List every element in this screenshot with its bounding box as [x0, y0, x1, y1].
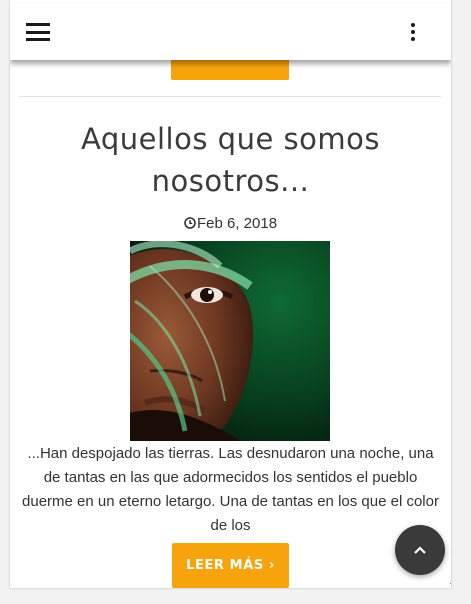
post-title[interactable]: Aquellos que somos nosotros... — [10, 118, 451, 202]
resize-grip-icon[interactable] — [447, 573, 451, 585]
post-date-text: Feb 6, 2018 — [196, 215, 278, 232]
post-excerpt: ...Han despojado las tierras. Las desnud… — [22, 445, 439, 534]
post-image-artwork — [130, 241, 330, 441]
page-frame: Aquellos que somos nosotros... Feb 6, 20… — [10, 0, 451, 588]
post-image[interactable] — [130, 241, 330, 441]
top-app-bar — [10, 4, 451, 60]
hamburger-menu-icon[interactable] — [26, 22, 50, 42]
clock-icon — [184, 217, 196, 229]
vertical-dots-icon[interactable] — [408, 23, 418, 43]
chevron-up-icon — [414, 546, 426, 554]
read-more-button[interactable]: LEER MÁS › — [172, 543, 289, 588]
scroll-to-top-button[interactable] — [395, 525, 445, 575]
post-divider — [19, 96, 441, 97]
post-date: Feb 6, 2018 — [10, 214, 451, 234]
